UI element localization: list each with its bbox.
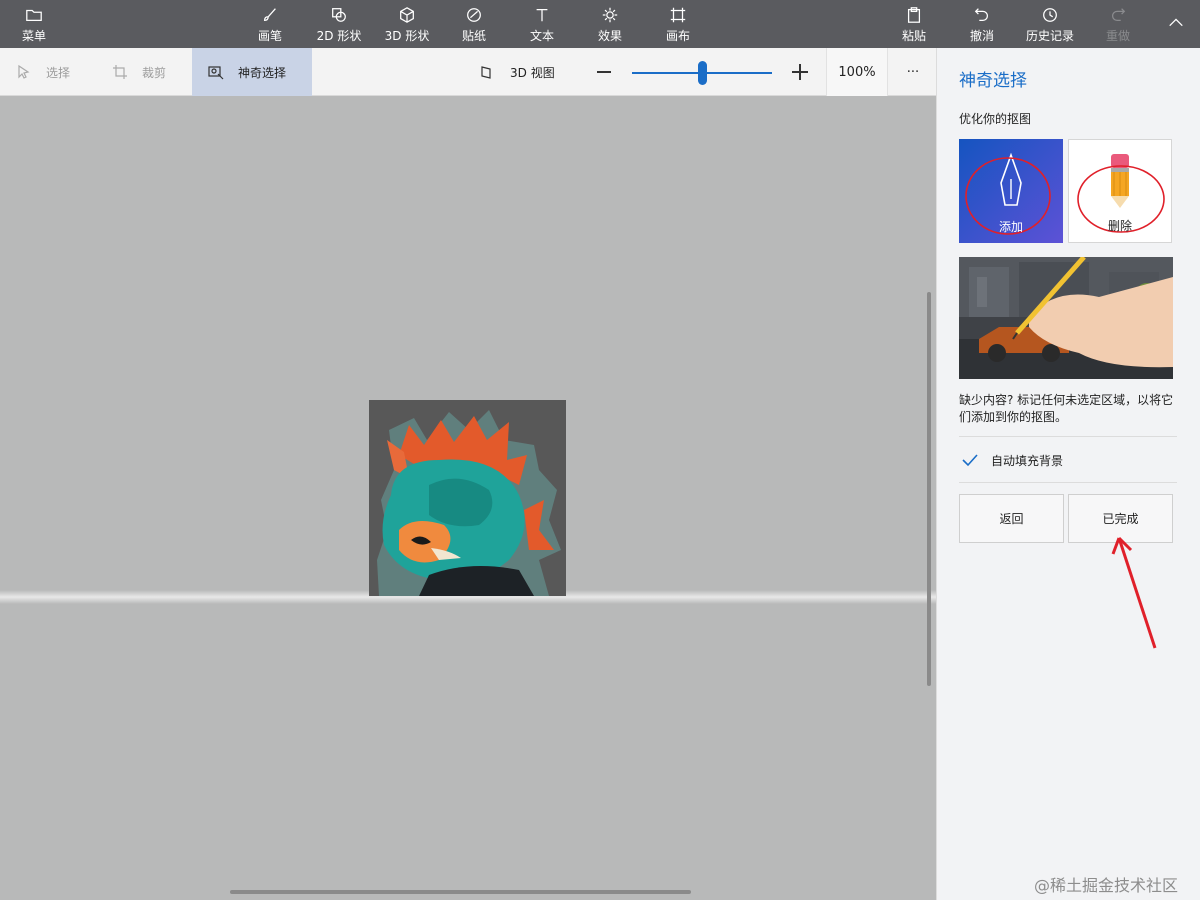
autofill-background-checkbox[interactable]: 自动填充背景 [959, 448, 1063, 472]
add-tool-label: 添加 [998, 220, 1023, 234]
canvas-area[interactable] [0, 96, 936, 900]
checkmark-icon [959, 449, 981, 471]
paste-label: 粘贴 [901, 28, 926, 43]
top-ribbon: 菜单 画笔 2D 形状 3D 形状 贴纸 文本 效果 画布 粘贴 撤消 历史记录 [0, 0, 1200, 48]
view-3d-icon [480, 63, 498, 81]
plus-icon [792, 64, 808, 80]
shapes-3d-tool-label: 3D 形状 [384, 28, 430, 43]
shapes-3d-tool-button[interactable]: 3D 形状 [380, 0, 434, 48]
effects-tool-label: 效果 [597, 28, 622, 43]
zoom-in-button[interactable] [792, 48, 808, 96]
menu-label: 菜单 [21, 28, 46, 43]
redo-button[interactable]: 重做 [1098, 0, 1138, 48]
crop-tool-label: 裁剪 [142, 65, 167, 80]
remove-tool-button[interactable]: 删除 [1068, 139, 1172, 243]
cube-icon [397, 5, 417, 25]
horizontal-scrollbar[interactable] [230, 890, 691, 894]
sticker-icon [464, 5, 484, 25]
history-button[interactable]: 历史记录 [1022, 0, 1078, 48]
help-text: 缺少内容? 标记任何未选定区域，以将它们添加到你的抠图。 [959, 393, 1174, 424]
panel-divider [959, 482, 1177, 483]
redo-icon [1108, 5, 1128, 25]
canvas-tool-label: 画布 [665, 28, 690, 43]
magic-select-label: 神奇选择 [238, 65, 287, 80]
undo-button[interactable]: 撤消 [962, 0, 1002, 48]
remove-tool-label: 删除 [1107, 219, 1132, 233]
magic-select-icon [208, 63, 226, 81]
shapes-2d-tool-label: 2D 形状 [316, 28, 362, 43]
collapse-ribbon-button[interactable] [1162, 0, 1190, 48]
vertical-scrollbar[interactable] [927, 292, 931, 686]
panel-divider [959, 436, 1177, 437]
back-button[interactable]: 返回 [959, 494, 1064, 543]
zoom-level[interactable]: 100% [826, 48, 888, 96]
sticker-tool-label: 贴纸 [461, 28, 486, 43]
brush-icon [260, 5, 280, 25]
canvas-icon [668, 5, 688, 25]
zoom-slider-thumb[interactable] [698, 61, 707, 85]
undo-icon [972, 5, 992, 25]
view-3d-label: 3D 视图 [510, 65, 555, 80]
paste-button[interactable]: 粘贴 [894, 0, 934, 48]
undo-label: 撤消 [969, 28, 994, 43]
view-3d-button[interactable]: 3D 视图 [480, 48, 580, 96]
autofill-background-label: 自动填充背景 [991, 453, 1064, 468]
text-icon [532, 5, 552, 25]
minus-icon [597, 71, 611, 73]
magic-select-tool-button[interactable]: 神奇选择 [192, 48, 312, 96]
crop-icon [112, 63, 130, 81]
more-options-button[interactable]: ··· [902, 48, 924, 96]
history-label: 历史记录 [1025, 28, 1074, 43]
sun-icon [600, 5, 620, 25]
chevron-up-icon [1166, 13, 1186, 33]
brush-tool-button[interactable]: 画笔 [250, 0, 290, 48]
watermark: @稀土掘金技术社区 [1034, 876, 1179, 895]
sticker-tool-button[interactable]: 贴纸 [454, 0, 494, 48]
annotation-arrow [1111, 536, 1157, 649]
zoom-out-button[interactable] [596, 48, 612, 96]
panel-subtitle: 优化你的抠图 [959, 112, 1032, 126]
shapes-2d-tool-button[interactable]: 2D 形状 [312, 0, 366, 48]
text-tool-button[interactable]: 文本 [522, 0, 562, 48]
history-icon [1040, 5, 1060, 25]
tutorial-illustration [959, 257, 1173, 379]
shapes-2d-icon [329, 5, 349, 25]
cursor-icon [16, 63, 34, 81]
folder-icon [24, 5, 44, 25]
brush-tool-label: 画笔 [257, 28, 282, 43]
select-tool-label: 选择 [46, 65, 71, 80]
redo-label: 重做 [1105, 28, 1130, 43]
effects-tool-button[interactable]: 效果 [590, 0, 630, 48]
dragon-artwork[interactable] [369, 400, 566, 596]
add-tool-button[interactable]: 添加 [959, 139, 1063, 243]
menu-button[interactable]: 菜单 [14, 0, 54, 48]
select-tool-button[interactable]: 选择 [16, 48, 96, 96]
magic-select-panel: 神奇选择 优化你的抠图 添加 删除 缺少内容? 标记任何未选定区域，以将它们添加… [936, 48, 1200, 900]
text-tool-label: 文本 [529, 28, 554, 43]
crop-tool-button[interactable]: 裁剪 [112, 48, 192, 96]
canvas-tool-button[interactable]: 画布 [658, 0, 698, 48]
clipboard-icon [904, 5, 924, 25]
panel-title: 神奇选择 [959, 71, 1027, 91]
